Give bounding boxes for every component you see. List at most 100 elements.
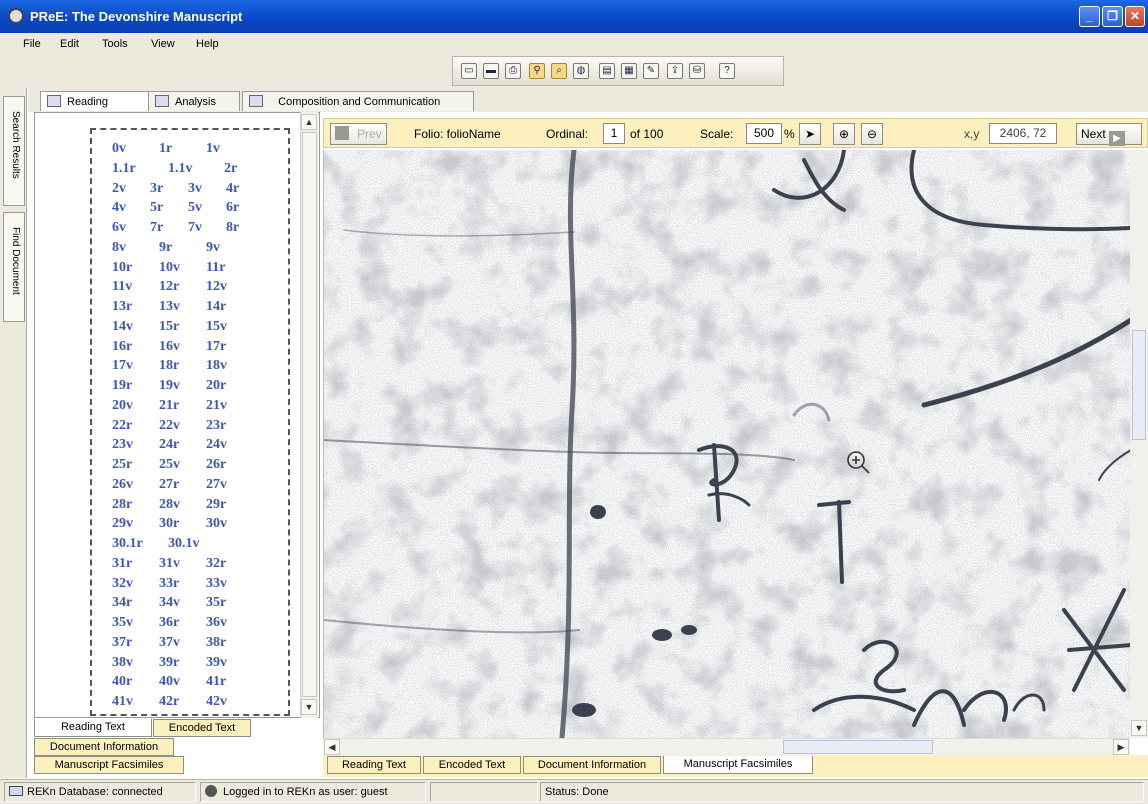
folio-link[interactable]: 15v — [206, 319, 227, 335]
left-tab-reading-text[interactable]: Reading Text — [34, 719, 152, 737]
tab-composition[interactable]: Composition and Communication — [242, 91, 474, 111]
left-tab-manuscript-facsimiles[interactable]: Manuscript Facsimiles — [34, 756, 184, 774]
restore-button[interactable]: ❐ — [1102, 6, 1123, 27]
print-icon[interactable]: ⎙ — [505, 63, 521, 79]
folio-link[interactable]: 21r — [159, 398, 179, 414]
folio-link[interactable]: 31v — [159, 556, 180, 572]
search-results-tab[interactable]: Search Results — [3, 96, 25, 206]
database-icon[interactable]: ⛁ — [689, 63, 705, 79]
ordinal-input[interactable]: 1 — [603, 123, 625, 144]
folio-link[interactable]: 17r — [206, 339, 226, 355]
folio-link[interactable]: 36v — [206, 615, 227, 631]
folio-link[interactable]: 33r — [159, 576, 179, 592]
scroll-thumb[interactable] — [302, 132, 317, 697]
close-button[interactable]: ✕ — [1125, 6, 1145, 27]
folio-link[interactable]: 35v — [112, 615, 133, 631]
folio-link[interactable]: 39v — [206, 655, 227, 671]
folio-link[interactable]: 22v — [159, 418, 180, 434]
folio-link[interactable]: 30r — [159, 516, 179, 532]
folio-link[interactable]: 31r — [112, 556, 132, 572]
image-scroll-right-icon[interactable]: ▶ — [1113, 739, 1129, 755]
folio-link[interactable]: 0v — [112, 141, 126, 157]
folio-link[interactable]: 11r — [206, 260, 225, 276]
folio-link[interactable]: 18v — [206, 358, 227, 374]
zoom-in-icon[interactable]: ⊕ — [833, 123, 855, 145]
folio-link[interactable]: 21v — [206, 398, 227, 414]
folio-link[interactable]: 20r — [206, 378, 226, 394]
folio-link[interactable]: 14r — [206, 299, 226, 315]
folio-link[interactable]: 4v — [112, 200, 126, 216]
menu-file[interactable]: File — [23, 38, 41, 50]
folio-link[interactable]: 30.1r — [112, 536, 143, 552]
folio-link[interactable]: 3r — [150, 181, 163, 197]
folio-link[interactable]: 26v — [112, 477, 133, 493]
folio-link[interactable]: 1.1v — [168, 161, 193, 177]
menu-view[interactable]: View — [151, 38, 175, 50]
folio-link[interactable]: 28v — [159, 497, 180, 513]
folio-link[interactable]: 10v — [159, 260, 180, 276]
folio-link[interactable]: 1v — [206, 141, 220, 157]
folio-link[interactable]: 9r — [159, 240, 172, 256]
find-document-tab[interactable]: Find Document — [3, 212, 25, 322]
folio-link[interactable]: 4r — [226, 181, 239, 197]
folio-link[interactable]: 5r — [150, 200, 163, 216]
folio-link[interactable]: 12r — [159, 279, 179, 295]
prev-button[interactable]: Prev — [330, 123, 387, 145]
folio-link[interactable]: 36r — [159, 615, 179, 631]
search-zoom-icon[interactable]: ⌕ — [551, 63, 567, 79]
folio-link[interactable]: 41v — [112, 694, 133, 710]
folio-link[interactable]: 2r — [224, 161, 237, 177]
minimize-button[interactable]: _ — [1079, 6, 1100, 27]
folio-link[interactable]: 25r — [112, 457, 132, 473]
pointer-icon[interactable]: ➤ — [799, 123, 821, 145]
image-scroll-down-icon[interactable]: ▼ — [1131, 720, 1147, 736]
folio-link[interactable]: 28r — [112, 497, 132, 513]
scale-input[interactable]: 500 — [746, 123, 782, 144]
folio-link[interactable]: 34r — [112, 595, 132, 611]
folio-link[interactable]: 29r — [206, 497, 226, 513]
folio-link[interactable]: 8v — [112, 240, 126, 256]
folio-link[interactable]: 32r — [206, 556, 226, 572]
folio-link[interactable]: 5v — [188, 200, 202, 216]
folio-link[interactable]: 25v — [159, 457, 180, 473]
folio-link[interactable]: 6r — [226, 200, 239, 216]
folio-link[interactable]: 7v — [188, 220, 202, 236]
folio-link[interactable]: 29v — [112, 516, 133, 532]
folio-link[interactable]: 42r — [159, 694, 179, 710]
menu-edit[interactable]: Edit — [60, 38, 79, 50]
folio-link[interactable]: 9v — [206, 240, 220, 256]
tab-document-information[interactable]: Document Information — [523, 756, 661, 774]
folio-link[interactable]: 41r — [206, 674, 226, 690]
menu-help[interactable]: Help — [196, 38, 219, 50]
folio-link[interactable]: 40v — [159, 674, 180, 690]
folio-link[interactable]: 23v — [112, 437, 133, 453]
export-icon[interactable]: ⇪ — [667, 63, 683, 79]
folio-link[interactable]: 14v — [112, 319, 133, 335]
folio-link[interactable]: 32v — [112, 576, 133, 592]
folio-link[interactable]: 27v — [206, 477, 227, 493]
folio-link[interactable]: 39r — [159, 655, 179, 671]
folio-link[interactable]: 22r — [112, 418, 132, 434]
image-horizontal-scrollbar[interactable]: ◀ ▶ — [323, 738, 1130, 755]
tab-reading-text[interactable]: Reading Text — [327, 756, 421, 774]
left-tab-document-information[interactable]: Document Information — [34, 738, 174, 756]
folio-link[interactable]: 11v — [112, 279, 132, 295]
scroll-down-icon[interactable]: ▼ — [301, 699, 317, 715]
folio-link[interactable]: 2v — [112, 181, 126, 197]
scroll-icon[interactable]: ▬ — [483, 63, 499, 79]
folio-link[interactable]: 10r — [112, 260, 132, 276]
document-search-icon[interactable]: ▤ — [599, 63, 615, 79]
tab-analysis[interactable]: Analysis — [148, 91, 240, 111]
folio-link[interactable]: 6v — [112, 220, 126, 236]
folio-link[interactable]: 24v — [206, 437, 227, 453]
folio-link[interactable]: 30.1v — [168, 536, 200, 552]
folio-link[interactable]: 38r — [206, 635, 226, 651]
next-button[interactable]: Next ▶ — [1076, 123, 1142, 146]
tab-encoded-text[interactable]: Encoded Text — [423, 756, 521, 774]
folio-link[interactable]: 27r — [159, 477, 179, 493]
folio-link[interactable]: 7r — [150, 220, 163, 236]
folio-link[interactable]: 15r — [159, 319, 179, 335]
folio-link[interactable]: 16v — [159, 339, 180, 355]
tab-reading[interactable]: Reading — [40, 91, 150, 111]
folio-link[interactable]: 16r — [112, 339, 132, 355]
